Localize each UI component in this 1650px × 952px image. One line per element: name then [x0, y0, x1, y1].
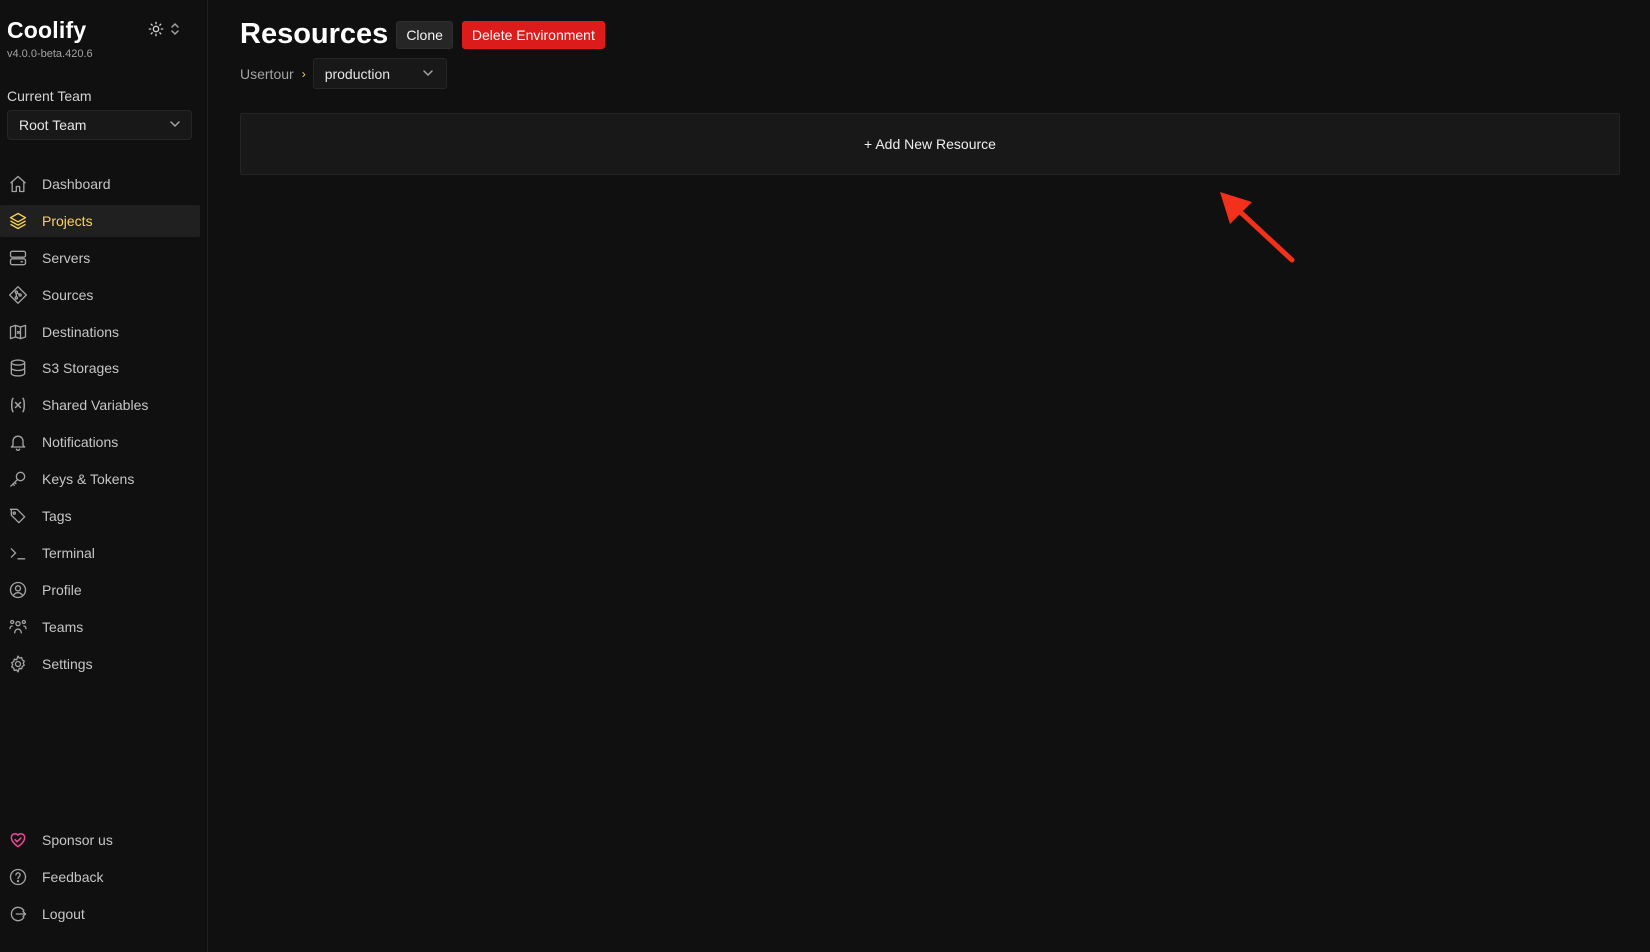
- gear-icon: [8, 654, 28, 674]
- sidebar-item-feedback[interactable]: Feedback: [0, 861, 200, 893]
- sidebar-item-label: Sponsor us: [42, 832, 113, 848]
- sidebar-item-label: Teams: [42, 618, 84, 635]
- team-select-value: Root Team: [19, 117, 87, 133]
- server-icon: [8, 248, 28, 268]
- sidebar-item-shared-variables[interactable]: Shared Variables: [0, 389, 200, 421]
- page-title: Resources: [240, 18, 389, 50]
- logout-icon: [8, 904, 28, 924]
- breadcrumb-project-link[interactable]: Usertour: [240, 66, 294, 82]
- terminal-icon: [8, 543, 28, 563]
- sidebar-item-sources[interactable]: Sources: [0, 279, 200, 311]
- layers-icon: [8, 211, 28, 231]
- key-icon: [8, 469, 28, 489]
- sidebar-item-label: Settings: [42, 655, 93, 672]
- breadcrumb-separator: ›: [301, 66, 306, 81]
- sidebar-item-label: Dashboard: [42, 176, 111, 192]
- sidebar-item-tags[interactable]: Tags: [0, 500, 200, 532]
- sidebar-item-logout[interactable]: Logout: [0, 898, 200, 930]
- sidebar-item-label: Shared Variables: [42, 397, 149, 414]
- chevron-down-icon: [422, 66, 434, 82]
- chevron-updown-icon: [170, 22, 180, 41]
- sidebar-item-keys-tokens[interactable]: Keys & Tokens: [0, 463, 200, 495]
- sidebar-item-label: Logout: [42, 905, 85, 922]
- sidebar-item-label: Profile: [42, 581, 82, 598]
- sidebar-item-terminal[interactable]: Terminal: [0, 537, 200, 569]
- app-title: Coolify: [7, 17, 87, 43]
- sidebar-item-label: S3 Storages: [42, 360, 120, 377]
- user-circle-icon: [8, 580, 28, 600]
- sidebar-nav: Dashboard Projects Servers Sources Desti…: [0, 168, 200, 684]
- sidebar-item-projects[interactable]: Projects: [0, 204, 200, 237]
- sidebar-item-label: Keys & Tokens: [42, 471, 135, 488]
- sidebar-item-profile[interactable]: Profile: [0, 574, 200, 606]
- variable-icon: [8, 395, 28, 415]
- sidebar-item-label: Sources: [42, 286, 94, 303]
- sidebar-item-servers[interactable]: Servers: [0, 242, 200, 274]
- sidebar-item-label: Servers: [42, 249, 91, 266]
- sidebar: Coolify v4.0.0-beta.420.6 Current Team R…: [0, 0, 208, 952]
- sidebar-item-label: Notifications: [42, 434, 119, 451]
- map-icon: [8, 322, 28, 342]
- add-new-resource-button[interactable]: + Add New Resource: [240, 113, 1620, 175]
- breadcrumb: Usertour › production: [240, 58, 447, 89]
- theme-toggle[interactable]: [148, 20, 190, 42]
- sidebar-item-settings[interactable]: Settings: [0, 648, 200, 680]
- sidebar-item-label: Destinations: [42, 323, 120, 340]
- current-team-label: Current Team: [7, 88, 92, 104]
- delete-environment-button[interactable]: Delete Environment: [461, 20, 605, 49]
- app-version: v4.0.0-beta.420.6: [7, 48, 93, 60]
- sun-icon: [148, 21, 164, 42]
- sidebar-item-s3-storages[interactable]: S3 Storages: [0, 352, 200, 384]
- sidebar-item-notifications[interactable]: Notifications: [0, 426, 200, 458]
- bell-icon: [8, 432, 28, 452]
- annotation-arrow-icon: [1220, 192, 1295, 263]
- main-content: Resources Clone Delete Environment Usert…: [240, 0, 1650, 952]
- chevron-down-icon: [169, 117, 181, 133]
- users-icon: [8, 617, 28, 637]
- sidebar-item-label: Terminal: [42, 544, 95, 561]
- tag-icon: [8, 506, 28, 526]
- sidebar-item-label: Projects: [42, 212, 93, 229]
- team-select[interactable]: Root Team: [7, 110, 192, 140]
- sidebar-item-label: Feedback: [42, 868, 104, 885]
- brand: Coolify v4.0.0-beta.420.6: [7, 17, 93, 60]
- sidebar-item-teams[interactable]: Teams: [0, 611, 200, 643]
- page-header: Resources Clone Delete Environment: [240, 18, 605, 51]
- heart-icon: [8, 830, 28, 850]
- database-icon: [8, 358, 28, 378]
- sidebar-bottom-nav: Sponsor us Feedback Logout: [0, 824, 200, 935]
- sidebar-item-destinations[interactable]: Destinations: [0, 316, 200, 348]
- sidebar-item-label: Tags: [42, 508, 72, 525]
- clone-button[interactable]: Clone: [396, 20, 453, 49]
- environment-select-value: production: [324, 65, 391, 82]
- home-icon: [8, 174, 28, 194]
- git-icon: [8, 285, 28, 305]
- sidebar-item-dashboard[interactable]: Dashboard: [0, 168, 200, 200]
- sidebar-item-sponsor[interactable]: Sponsor us: [0, 824, 200, 856]
- environment-select[interactable]: production: [312, 58, 447, 89]
- help-circle-icon: [8, 867, 28, 887]
